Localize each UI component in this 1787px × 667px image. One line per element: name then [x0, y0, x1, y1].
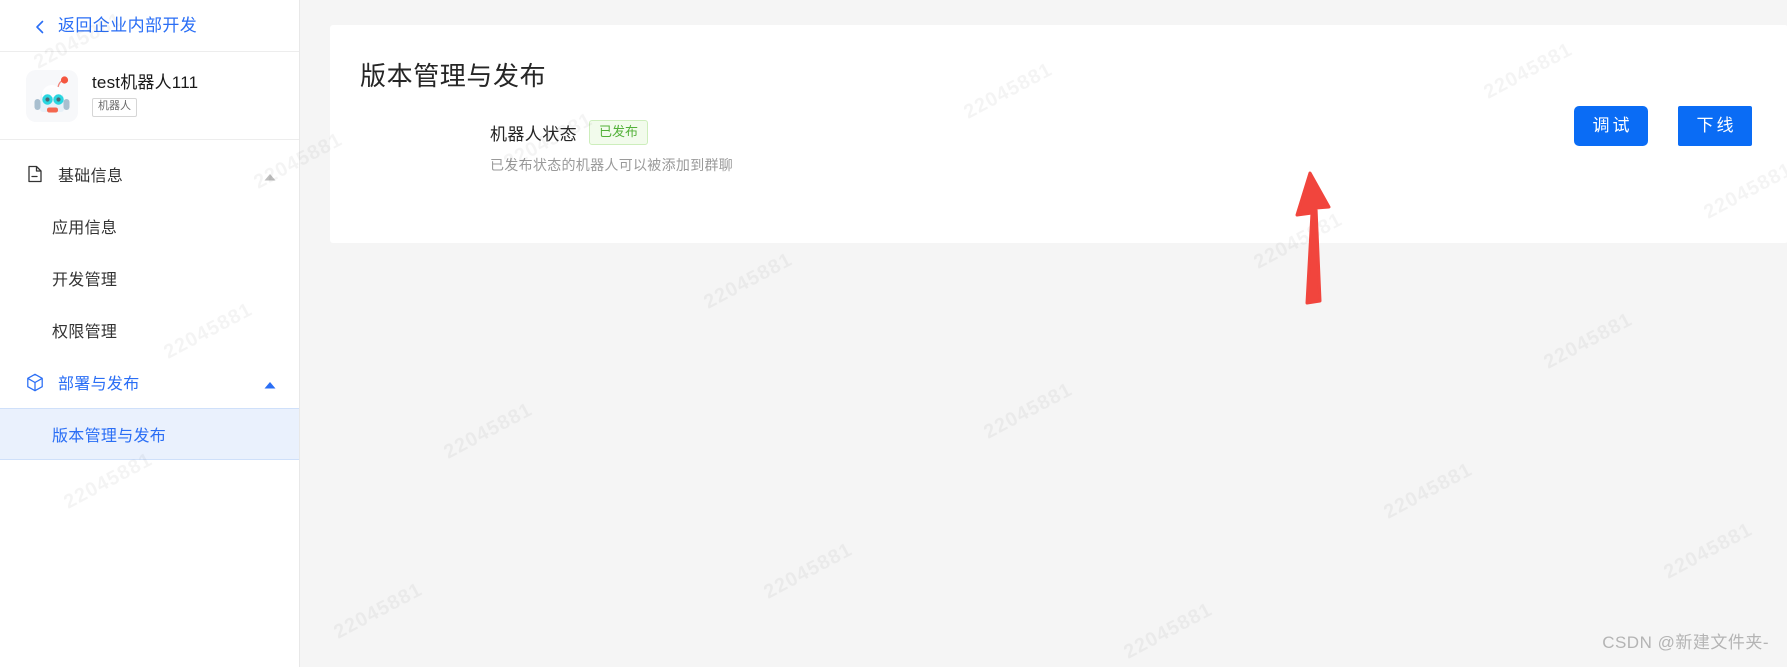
chevron-left-icon	[34, 20, 46, 33]
app-type-tag: 机器人	[92, 98, 137, 118]
caret-up-icon[interactable]	[263, 169, 277, 181]
back-link-label: 返回企业内部开发	[58, 16, 198, 35]
sidebar-item-label: 权限管理	[52, 324, 118, 341]
app-name: test机器人111	[92, 72, 199, 92]
sidebar-item-label: 应用信息	[52, 220, 118, 237]
robot-status-line: 机器人状态 已发布	[490, 120, 733, 145]
page-title: 版本管理与发布	[360, 61, 547, 91]
main-content: 版本管理与发布 机器人状态 已发布 已发布状态的机器人可以被添加到群聊 调试 下…	[300, 0, 1787, 667]
sidebar-item-app-info[interactable]: 应用信息	[0, 200, 299, 252]
robot-status-info: 机器人状态 已发布 已发布状态的机器人可以被添加到群聊	[490, 120, 733, 175]
sidebar-group-basic-info[interactable]: 基础信息	[0, 148, 299, 200]
app-root: 返回企业内部开发 test机器人111 机器人 基础信息 应用信息 开发管理 权…	[0, 0, 1787, 667]
sidebar-nav: 基础信息 应用信息 开发管理 权限管理 部署与发布 版本管理与发布	[0, 140, 299, 460]
sidebar-item-label: 开发管理	[52, 272, 118, 289]
caret-up-icon[interactable]	[263, 377, 277, 389]
status-badge: 已发布	[589, 120, 649, 145]
sidebar-group-label: 基础信息	[58, 168, 124, 185]
offline-button[interactable]: 下线	[1678, 106, 1752, 147]
version-management-card: 版本管理与发布 机器人状态 已发布 已发布状态的机器人可以被添加到群聊 调试 下…	[330, 25, 1787, 243]
sidebar-item-label: 版本管理与发布	[52, 428, 167, 445]
cube-icon	[26, 373, 44, 391]
robot-status-description: 已发布状态的机器人可以被添加到群聊	[490, 157, 734, 174]
robot-avatar-icon	[26, 69, 78, 122]
sidebar-item-permission-management[interactable]: 权限管理	[0, 304, 299, 356]
robot-status-row: 机器人状态 已发布 已发布状态的机器人可以被添加到群聊 调试 下线	[360, 106, 1752, 175]
sidebar-item-dev-management[interactable]: 开发管理	[0, 252, 299, 304]
sidebar-group-label: 部署与发布	[58, 376, 140, 393]
action-buttons: 调试 下线	[1574, 106, 1752, 147]
sidebar-item-version-management-publish[interactable]: 版本管理与发布	[0, 408, 299, 460]
sidebar-group-deploy-publish[interactable]: 部署与发布	[0, 356, 299, 408]
csdn-credit: CSDN @新建文件夹-	[1602, 633, 1769, 652]
app-meta: test机器人111 机器人	[92, 72, 199, 118]
document-icon	[26, 165, 44, 183]
robot-status-label: 机器人状态	[490, 125, 577, 145]
back-to-enterprise-dev-link[interactable]: 返回企业内部开发	[0, 0, 299, 52]
debug-button[interactable]: 调试	[1574, 106, 1648, 147]
sidebar: 返回企业内部开发 test机器人111 机器人 基础信息 应用信息 开发管理 权…	[0, 0, 300, 667]
app-summary-card: test机器人111 机器人	[0, 52, 299, 140]
